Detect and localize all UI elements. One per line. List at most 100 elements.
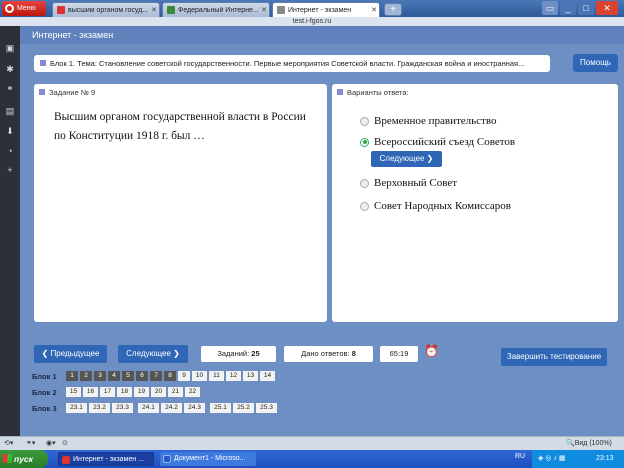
block-task-cell[interactable]: 6 — [136, 371, 148, 381]
block-task-cell[interactable]: 25.2 — [233, 403, 254, 413]
block-task-cell[interactable]: 25.3 — [256, 403, 277, 413]
opera-menu-button[interactable]: Меню — [2, 1, 46, 16]
start-button[interactable]: пуск — [0, 450, 48, 468]
taskbar-item-word[interactable]: Документ1 - Microso... — [160, 452, 256, 466]
speed-dial-icon[interactable]: ◉▾ — [46, 439, 56, 447]
block-task-cell[interactable]: 18 — [117, 387, 132, 397]
block-task-cell[interactable]: 16 — [83, 387, 98, 397]
block-task-cell[interactable]: 1 — [66, 371, 78, 381]
page-title: Интернет - экзамен — [20, 26, 624, 44]
panel-icon[interactable]: ⊙ — [62, 439, 68, 447]
browser-tab-2[interactable]: Федеральный Интерне... ✕ — [162, 2, 270, 17]
share-icon[interactable]: ⚭▾ — [26, 439, 35, 447]
block-task-cell[interactable]: 23.2 — [89, 403, 110, 413]
notes-icon[interactable]: ▤ — [5, 106, 15, 116]
tab-close-icon[interactable]: ✕ — [149, 6, 159, 14]
answer-option-selected[interactable]: Всероссийский съезд Советов — [360, 136, 515, 148]
address-bar[interactable]: test.i-fgos.ru — [0, 17, 624, 26]
close-window-button[interactable]: ✕ — [596, 1, 618, 15]
answers-title: Варианты ответа: — [337, 88, 409, 97]
block-task-cell[interactable]: 25.1 — [210, 403, 231, 413]
block-task-cell[interactable]: 21 — [168, 387, 183, 397]
block-3-label: Блок 3 — [32, 404, 57, 413]
tab-title: высшим органом госуд... — [68, 6, 149, 14]
block-task-cell[interactable]: 3 — [94, 371, 106, 381]
yandex-favicon-icon — [57, 6, 65, 14]
downloads-icon[interactable]: ⬇ — [5, 126, 15, 136]
block-task-cell[interactable]: 23.3 — [112, 403, 133, 413]
topic-text: Блок 1. Тема: Становление советской госу… — [50, 59, 525, 68]
block-task-cell[interactable]: 13 — [243, 371, 258, 381]
tab-menu-icon[interactable]: ▭ — [542, 1, 558, 15]
block-task-cell[interactable]: 12 — [226, 371, 241, 381]
opera-logo-icon — [5, 4, 14, 13]
question-panel: Задание № 9 Высшим органом государственн… — [34, 84, 327, 322]
alarm-clock-icon: ⏰ — [424, 344, 439, 358]
block-task-cell[interactable]: 10 — [192, 371, 207, 381]
menu-label: Меню — [17, 5, 36, 12]
tab-title: Интернет - экзамен — [288, 6, 352, 14]
browser-tab-3[interactable]: Интернет - экзамен ✕ — [272, 2, 380, 17]
tray-icons[interactable]: ◈ ◎ ♪ ▦ — [538, 450, 565, 468]
block-2-label: Блок 2 — [32, 388, 57, 397]
add-panel-icon[interactable]: + — [5, 165, 15, 175]
block-task-cell[interactable]: 8 — [164, 371, 176, 381]
help-button[interactable]: Помощь — [573, 54, 618, 72]
block-task-cell[interactable]: 14 — [260, 371, 275, 381]
topic-box: Блок 1. Тема: Становление советской госу… — [34, 55, 550, 72]
radio-button[interactable] — [360, 201, 369, 211]
windows-taskbar: пуск Интернет - экзамен ... Документ1 - … — [0, 450, 624, 468]
block-task-cell[interactable]: 15 — [66, 387, 81, 397]
block-task-cell[interactable]: 17 — [100, 387, 115, 397]
answer-option[interactable]: Верховный Совет — [360, 177, 457, 189]
bookmarks-icon[interactable]: ▣ — [5, 43, 15, 53]
language-indicator[interactable]: RU — [515, 453, 525, 460]
start-label: пуск — [14, 454, 33, 464]
clock: 23:13 — [596, 455, 614, 462]
history-icon[interactable]: ◔ — [5, 146, 15, 156]
next-inline-button[interactable]: Следующее ❯ — [371, 151, 442, 167]
block-task-cell[interactable]: 22 — [185, 387, 200, 397]
block-task-cell[interactable]: 24.3 — [184, 403, 205, 413]
block-task-cell[interactable]: 24.2 — [161, 403, 182, 413]
share-icon[interactable]: ⚭ — [5, 83, 15, 93]
browser-tab-1[interactable]: высшим органом госуд... ✕ — [52, 2, 160, 17]
radio-button[interactable] — [360, 116, 369, 126]
tasks-value: 25 — [251, 349, 260, 358]
sync-icon[interactable]: ⟲▾ — [4, 439, 13, 447]
block-task-cell[interactable]: 9 — [178, 371, 190, 381]
radio-button[interactable] — [360, 178, 369, 188]
tasks-label: Заданий: — [217, 349, 250, 358]
maximize-button[interactable]: □ — [578, 1, 594, 15]
new-tab-button[interactable]: + — [384, 3, 402, 16]
block-task-cell[interactable]: 20 — [151, 387, 166, 397]
block-task-cell[interactable]: 4 — [108, 371, 120, 381]
answer-option[interactable]: Совет Народных Комиссаров — [360, 200, 511, 212]
block-task-cell[interactable]: 24.1 — [138, 403, 159, 413]
previous-button[interactable]: ❮ Предыдущее — [34, 345, 107, 363]
radio-button-checked[interactable] — [360, 137, 369, 147]
tab-close-icon[interactable]: ✕ — [369, 6, 379, 14]
block-task-cell[interactable]: 23.1 — [66, 403, 87, 413]
windows-logo-icon — [3, 454, 12, 463]
block-task-cell[interactable]: 7 — [150, 371, 162, 381]
zoom-indicator[interactable]: 🔍Вид (100%) — [566, 439, 612, 447]
block-task-cell[interactable]: 19 — [134, 387, 149, 397]
answers-panel: Варианты ответа: Временное правительство… — [332, 84, 618, 322]
taskbar-item-opera[interactable]: Интернет - экзамен ... — [58, 452, 154, 466]
block-task-cell[interactable]: 2 — [80, 371, 92, 381]
block-1-label: Блок 1 — [32, 372, 57, 381]
minimize-button[interactable]: _ — [560, 1, 576, 15]
answered-label: Дано ответов: — [301, 349, 350, 358]
site-favicon-icon — [167, 6, 175, 14]
block-task-cell[interactable]: 11 — [209, 371, 224, 381]
finish-test-button[interactable]: Завершить тестирование — [501, 348, 607, 366]
page-favicon-icon — [277, 6, 285, 14]
bullet-square-icon — [40, 60, 46, 66]
gear-icon[interactable]: ✱ — [5, 64, 15, 74]
next-button[interactable]: Следующее ❯ — [118, 345, 188, 363]
zoom-label: Вид (100%) — [574, 440, 612, 447]
tab-close-icon[interactable]: ✕ — [259, 6, 269, 14]
block-task-cell[interactable]: 5 — [122, 371, 134, 381]
answer-option[interactable]: Временное правительство — [360, 115, 496, 127]
